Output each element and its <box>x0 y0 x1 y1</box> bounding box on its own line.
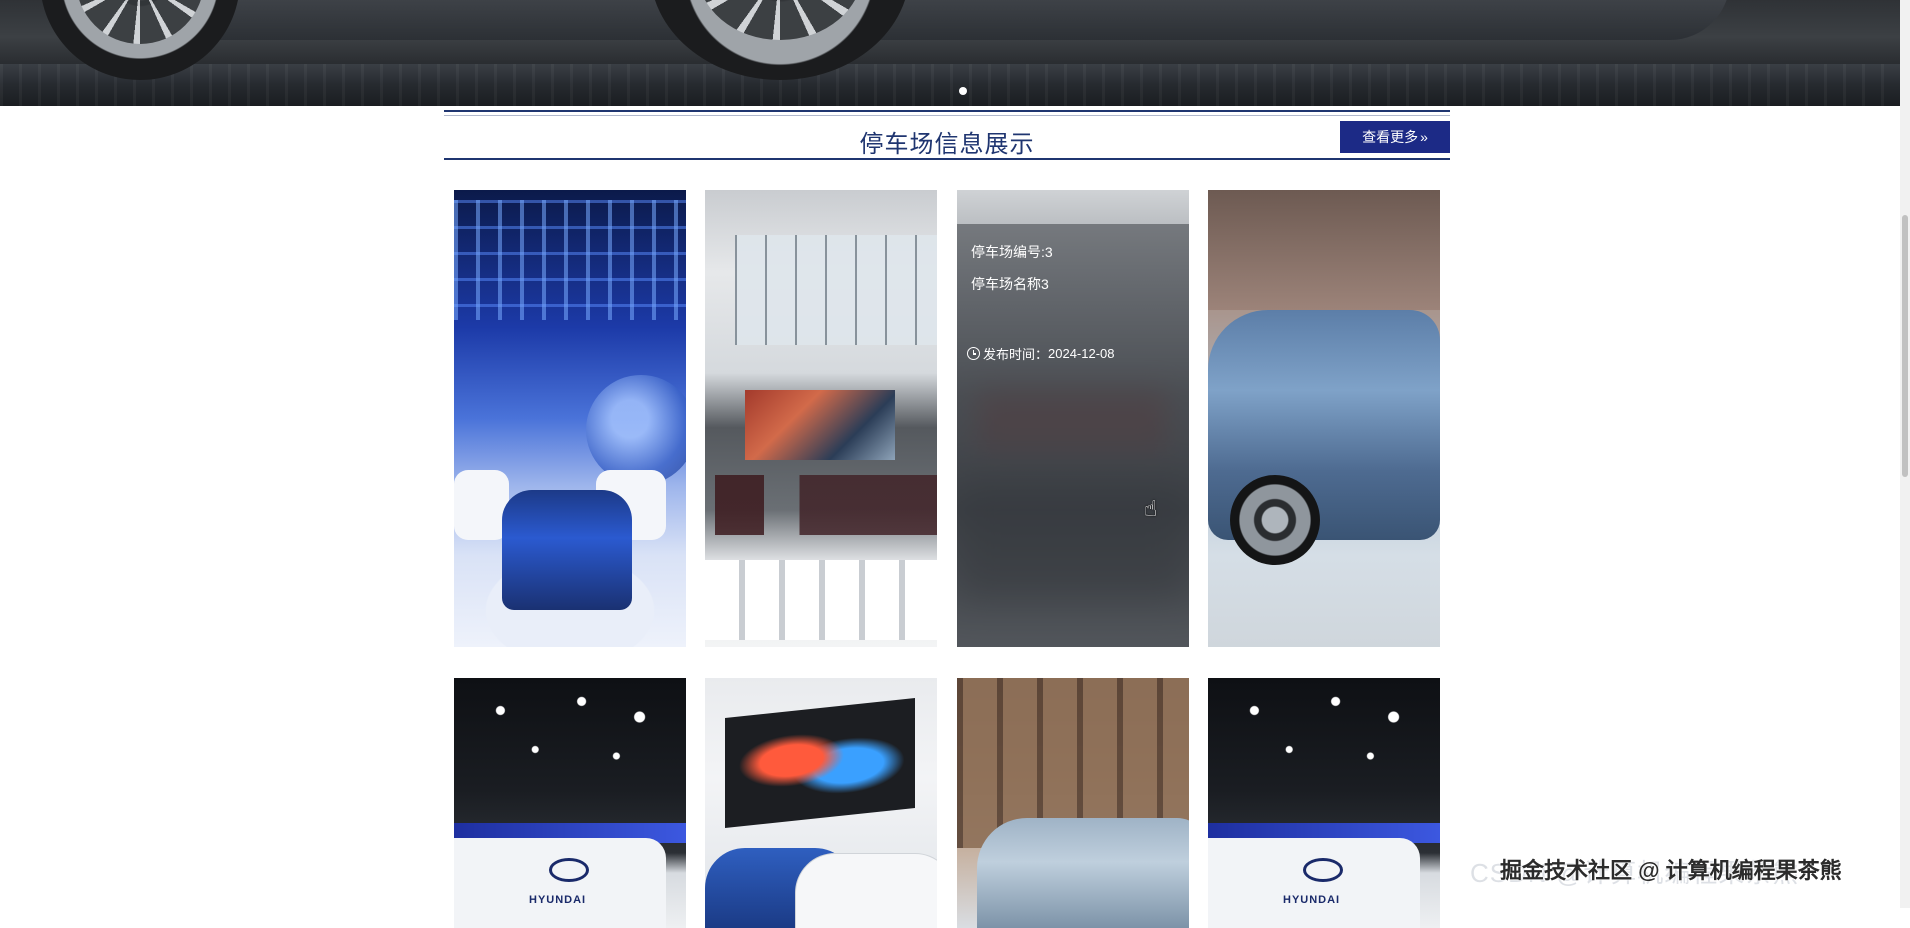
double-chevron-right-icon: » <box>1420 129 1428 145</box>
hero-car-body <box>80 0 1730 40</box>
parking-card[interactable] <box>454 190 686 647</box>
brand-panel <box>454 838 666 928</box>
card-image <box>1208 190 1440 647</box>
led-screen <box>725 698 915 828</box>
parking-card[interactable] <box>705 678 937 928</box>
white-car-left <box>454 470 509 540</box>
scrollbar[interactable] <box>1900 0 1910 908</box>
parking-card[interactable] <box>957 678 1189 928</box>
suv <box>977 818 1189 928</box>
brand-text: HYUNDAI <box>529 894 587 906</box>
brand-panel <box>1208 838 1420 928</box>
billboard <box>745 390 895 460</box>
card-image <box>957 678 1189 928</box>
ceiling-lamps <box>454 678 686 808</box>
parking-card[interactable]: HYUNDAI <box>454 678 686 928</box>
seats <box>705 560 937 640</box>
parking-card[interactable] <box>1208 190 1440 647</box>
parking-card[interactable] <box>705 190 937 647</box>
brand-text: HYUNDAI <box>1283 894 1341 906</box>
building-windows <box>735 235 937 345</box>
parking-name: 停车场名称3 <box>971 276 1049 292</box>
parking-card-hovered[interactable]: 停车场编号:3 停车场名称3 发布时间： 2024-12-08 <box>957 190 1189 647</box>
clock-icon <box>967 347 980 360</box>
card-image: HYUNDAI <box>1208 678 1440 928</box>
card-image: HYUNDAI <box>454 678 686 928</box>
section-header: 停车场信息展示 查看更多» <box>444 110 1450 160</box>
parking-card[interactable]: HYUNDAI <box>1208 678 1440 928</box>
stage-globe <box>586 375 686 485</box>
view-more-button[interactable]: 查看更多» <box>1340 121 1450 153</box>
view-more-label: 查看更多 <box>1362 129 1419 145</box>
hero-floor <box>0 64 1910 106</box>
card-info-overlay: 停车场编号:3 停车场名称3 发布时间： 2024-12-08 <box>957 224 1189 647</box>
parking-number: 停车场编号:3 <box>971 244 1053 260</box>
card-image <box>705 190 937 647</box>
hyundai-logo-icon <box>549 858 589 882</box>
hero-banner <box>0 0 1910 106</box>
scrollbar-thumb[interactable] <box>1902 215 1908 477</box>
card-image <box>705 678 937 928</box>
publish-time-value: 2024-12-08 <box>1048 346 1115 361</box>
carousel-dot[interactable] <box>959 87 967 95</box>
tire <box>1230 475 1320 565</box>
hand-cursor-icon: ☝ <box>1144 496 1158 521</box>
watermark: 掘金技术社区 @ 计算机编程果茶熊 <box>1500 858 1842 883</box>
hyundai-logo-icon <box>1303 858 1343 882</box>
stage-lights <box>454 200 686 320</box>
white-car <box>795 853 937 928</box>
blue-car <box>502 490 632 610</box>
ceiling-lamps <box>1208 678 1440 808</box>
card-image <box>454 190 686 647</box>
section-title: 停车场信息展示 <box>859 131 1035 158</box>
wall <box>1208 190 1440 310</box>
parked-cars <box>715 475 937 535</box>
publish-time: 发布时间： 2024-12-08 <box>967 344 1115 363</box>
publish-time-label: 发布时间： <box>983 347 1049 362</box>
